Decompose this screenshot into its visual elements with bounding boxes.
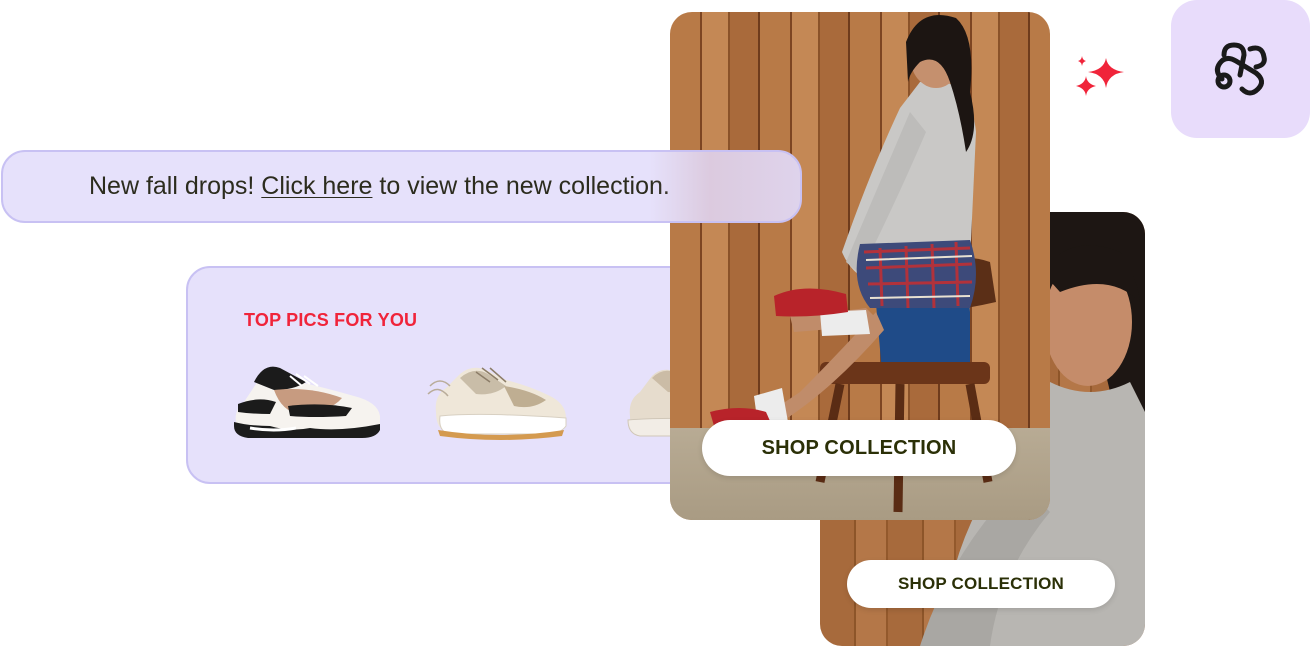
- link-logo-icon: [1214, 42, 1267, 96]
- top-picks-title: TOP PICS FOR YOU: [244, 310, 418, 330]
- product-sneaker-2[interactable]: [420, 356, 575, 442]
- shop-collection-button[interactable]: SHOP COLLECTION: [702, 420, 1016, 476]
- banner-text-before: New fall drops!: [89, 172, 262, 200]
- sneaker-black-tan-icon: [234, 366, 380, 438]
- banner-message: New fall drops! Click here to view the n…: [89, 172, 670, 201]
- banner-fade-overlay: [650, 152, 800, 221]
- logo-tile[interactable]: [1171, 0, 1310, 138]
- product-sneaker-1[interactable]: [230, 356, 385, 442]
- banner-text-after: to view the new collection.: [372, 172, 670, 200]
- click-here-link[interactable]: Click here: [261, 172, 372, 200]
- sparkles-icon: [1076, 56, 1124, 96]
- shop-collection-button-secondary[interactable]: SHOP COLLECTION: [847, 560, 1115, 608]
- announcement-banner: New fall drops! Click here to view the n…: [1, 150, 802, 223]
- collection-card-front: SHOP COLLECTION: [670, 12, 1050, 520]
- top-picks-card: TOP PICS FOR YOU: [186, 266, 746, 484]
- sneaker-cream-icon: [427, 367, 567, 440]
